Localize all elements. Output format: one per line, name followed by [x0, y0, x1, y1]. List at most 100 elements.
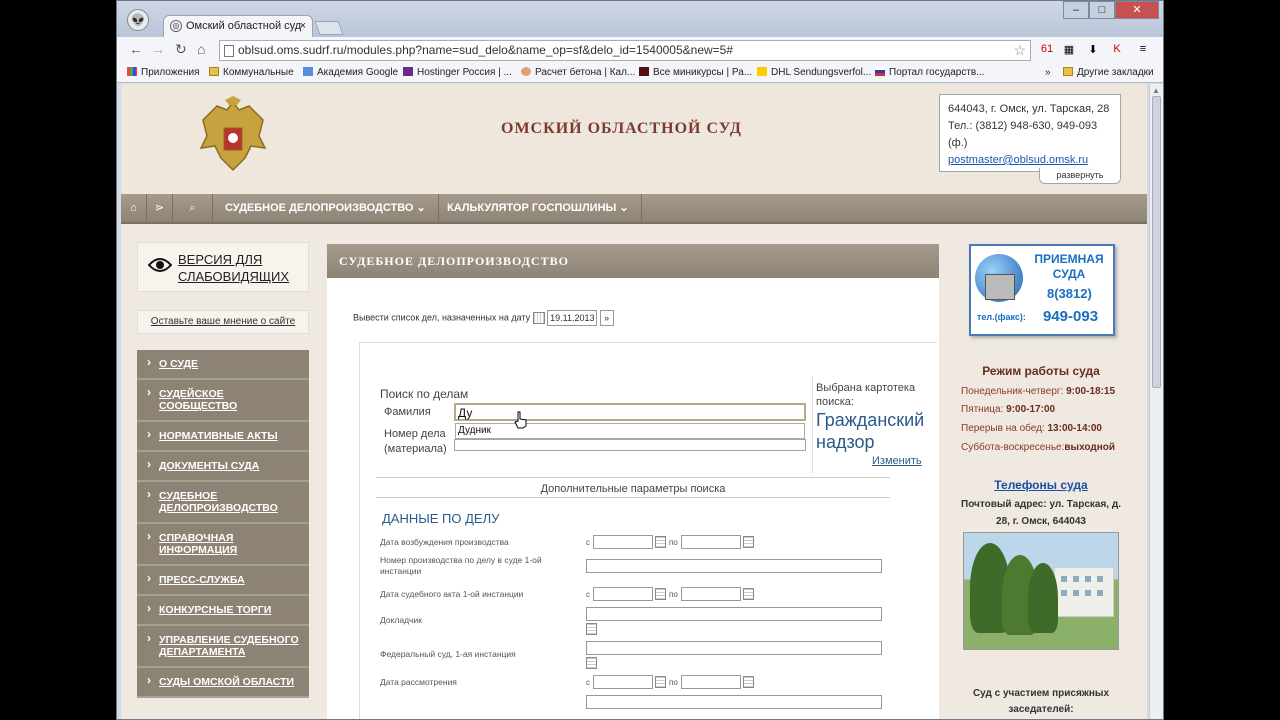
reception-banner[interactable]: ПРИЕМНАЯ СУДА 8(3812) тел.(факс): 949-09… — [969, 244, 1115, 336]
surname-input[interactable]: Ду — [454, 403, 806, 421]
date-to-input[interactable] — [681, 587, 741, 601]
email-link[interactable]: postmaster@oblsud.omsk.ru — [948, 154, 1088, 166]
bookmark-portal[interactable]: Портал государств... — [875, 67, 985, 78]
case-data-title: ДАННЫЕ ПО ДЕЛУ — [382, 511, 500, 526]
bookmark-folder[interactable]: Коммунальные — [209, 67, 294, 78]
url-text: oblsud.oms.sudrf.ru/modules.php?name=sud… — [238, 43, 734, 57]
minimize-icon[interactable]: – — [1063, 1, 1089, 19]
next-field-input[interactable] — [586, 695, 882, 709]
close-window-icon[interactable]: ✕ — [1115, 1, 1159, 19]
sidebar-item-proceedings[interactable]: СУДЕБНОЕ ДЕЛОПРОИЗВОДСТВО — [137, 482, 309, 524]
field-label: Федеральный суд, 1-ая инстанция — [380, 649, 516, 659]
jury-court-text: Суд с участием присяжных заседателей: — [972, 688, 1110, 715]
bookmark-google[interactable]: Академия Google — [303, 67, 398, 78]
calendar-icon[interactable] — [655, 588, 666, 600]
change-catalog-link[interactable]: Изменить — [872, 455, 922, 467]
sidebar-item-info[interactable]: СПРАВОЧНАЯ ИНФОРМАЦИЯ — [137, 524, 309, 566]
bookmarks-more[interactable]: » — [1045, 67, 1051, 78]
date-input[interactable]: 19.11.2013 — [547, 310, 598, 326]
phones-link[interactable]: Телефоны суда — [961, 478, 1121, 492]
extension-k-icon[interactable]: K — [1109, 43, 1125, 57]
bookmark-concrete[interactable]: Расчет бетона | Кал... — [521, 67, 635, 78]
date-from-input[interactable] — [593, 675, 653, 689]
low-vision-button[interactable]: ВЕРСИЯ ДЛЯ СЛАБОВИДЯЩИХ — [137, 242, 309, 292]
browser-tab[interactable]: ◎ Омский областной суд × — [163, 15, 313, 37]
tab-close-icon[interactable]: × — [300, 16, 306, 36]
case-number-label: Номер дела (материала) — [384, 428, 447, 455]
sidebar-item-acts[interactable]: НОРМАТИВНЫЕ АКТЫ — [137, 422, 309, 452]
calendar-icon[interactable] — [532, 312, 545, 324]
address-bar[interactable]: oblsud.oms.sudrf.ru/modules.php?name=sud… — [219, 40, 1031, 61]
calendar-icon[interactable] — [743, 676, 754, 688]
reload-icon[interactable]: ↻ — [175, 41, 187, 58]
date-to-input[interactable] — [681, 675, 741, 689]
date-from-input[interactable] — [593, 535, 653, 549]
autocomplete-suggestion[interactable]: Дудник — [455, 423, 805, 439]
maximize-icon[interactable]: □ — [1089, 1, 1115, 19]
menu-icon[interactable]: ≡ — [1135, 43, 1151, 57]
sidebar-item-tenders[interactable]: КОНКУРСНЫЕ ТОРГИ — [137, 596, 309, 626]
feedback-link[interactable]: Оставьте ваше мнение о сайте — [137, 310, 309, 334]
sidebar-item-department[interactable]: УПРАВЛЕНИЕ СУДЕБНОГО ДЕПАРТАМЕНТА — [137, 626, 309, 668]
date-filter-label: Вывести список дел, назначенных на дату — [353, 312, 531, 323]
rapporteur-input[interactable] — [586, 607, 882, 621]
nav-court-proceedings[interactable]: СУДЕБНОЕ ДЕЛОПРОИЗВОДСТВО ⌄ — [213, 194, 439, 224]
home-nav-icon[interactable]: ⌂ — [121, 194, 147, 224]
from-label: с — [586, 678, 590, 687]
home-icon[interactable]: ⌂ — [197, 41, 205, 57]
back-arrow-icon[interactable]: ← — [129, 41, 143, 57]
sidebar-item-documents[interactable]: ДОКУМЕНТЫ СУДА — [137, 452, 309, 482]
expand-button[interactable]: развернуть — [1039, 168, 1121, 184]
case-number-first-instance-input[interactable] — [586, 559, 882, 573]
reception-fax-label: тел.(факс): — [977, 312, 1026, 322]
date-from-input[interactable] — [593, 587, 653, 601]
calendar-icon[interactable] — [743, 536, 754, 548]
new-tab-button[interactable] — [314, 21, 344, 35]
calendar-extension-icon[interactable]: ▦ — [1061, 43, 1077, 57]
bookmark-dhl[interactable]: DHL Sendungsverfol... — [757, 67, 871, 78]
scrollbar-thumb[interactable] — [1152, 96, 1161, 388]
extra-params-toggle[interactable]: Дополнительные параметры поиска — [360, 483, 906, 495]
scroll-up-icon[interactable]: ▲ — [1152, 86, 1160, 95]
bookmark-courses[interactable]: Все миникурсы | Ра... — [639, 67, 752, 78]
list-picker-icon[interactable] — [586, 623, 597, 635]
sitemap-icon[interactable]: ⋗ — [147, 194, 173, 224]
extension-badge-icon[interactable]: 61 — [1039, 43, 1055, 57]
selected-catalog-value: Гражданский надзор — [816, 410, 925, 452]
go-arrow-icon[interactable]: » — [599, 310, 614, 326]
globe-icon: ◎ — [170, 20, 182, 32]
case-number-input[interactable] — [454, 439, 806, 451]
federal-court-input[interactable] — [586, 641, 882, 655]
divider — [376, 477, 890, 478]
eye-icon — [148, 258, 172, 272]
list-picker-icon[interactable] — [586, 657, 597, 669]
forward-arrow-icon[interactable]: → — [151, 41, 165, 57]
hours-line: Пятница: 9:00-17:00 — [961, 404, 1056, 415]
download-icon[interactable]: ⬇ — [1085, 43, 1101, 57]
bookmark-other[interactable]: Другие закладки — [1063, 67, 1154, 78]
sidebar-item-courts[interactable]: СУДЫ ОМСКОЙ ОБЛАСТИ — [137, 668, 309, 698]
field-label: Дата рассмотрения — [380, 677, 457, 687]
calendar-icon[interactable] — [655, 536, 666, 548]
sidebar-item-about[interactable]: О СУДЕ — [137, 350, 309, 380]
calendar-icon[interactable] — [743, 588, 754, 600]
nav-fee-calculator[interactable]: КАЛЬКУЛЯТОР ГОСПОШЛИНЫ ⌄ — [435, 194, 642, 224]
bookmark-apps[interactable]: Приложения — [127, 67, 200, 78]
bookmark-star-icon[interactable]: ☆ — [1013, 41, 1026, 60]
alien-profile-icon[interactable]: 👽 — [127, 9, 149, 31]
sidebar-menu: О СУДЕ СУДЕЙСКОЕ СООБЩЕСТВО НОРМАТИВНЫЕ … — [137, 350, 309, 698]
surname-value: Ду — [458, 406, 473, 420]
fax-phone-icon — [985, 274, 1015, 300]
to-label: по — [669, 678, 678, 687]
search-icon[interactable]: ⌕ — [173, 194, 213, 224]
page-scrollbar[interactable]: ▲ — [1149, 84, 1163, 719]
folder-icon — [1063, 67, 1073, 76]
sidebar-item-press[interactable]: ПРЕСС-СЛУЖБА — [137, 566, 309, 596]
field-label: Докладчик — [380, 615, 422, 625]
date-to-input[interactable] — [681, 535, 741, 549]
bookmark-hostinger[interactable]: Hostinger Россия | ... — [403, 67, 512, 78]
sidebar-item-judges[interactable]: СУДЕЙСКОЕ СООБЩЕСТВО — [137, 380, 309, 422]
site-header: ОМСКИЙ ОБЛАСТНОЙ СУД 644043, г. Омск, ул… — [121, 84, 1147, 194]
calendar-icon[interactable] — [655, 676, 666, 688]
section-title: СУДЕБНОЕ ДЕЛОПРОИЗВОДСТВО — [327, 244, 939, 278]
